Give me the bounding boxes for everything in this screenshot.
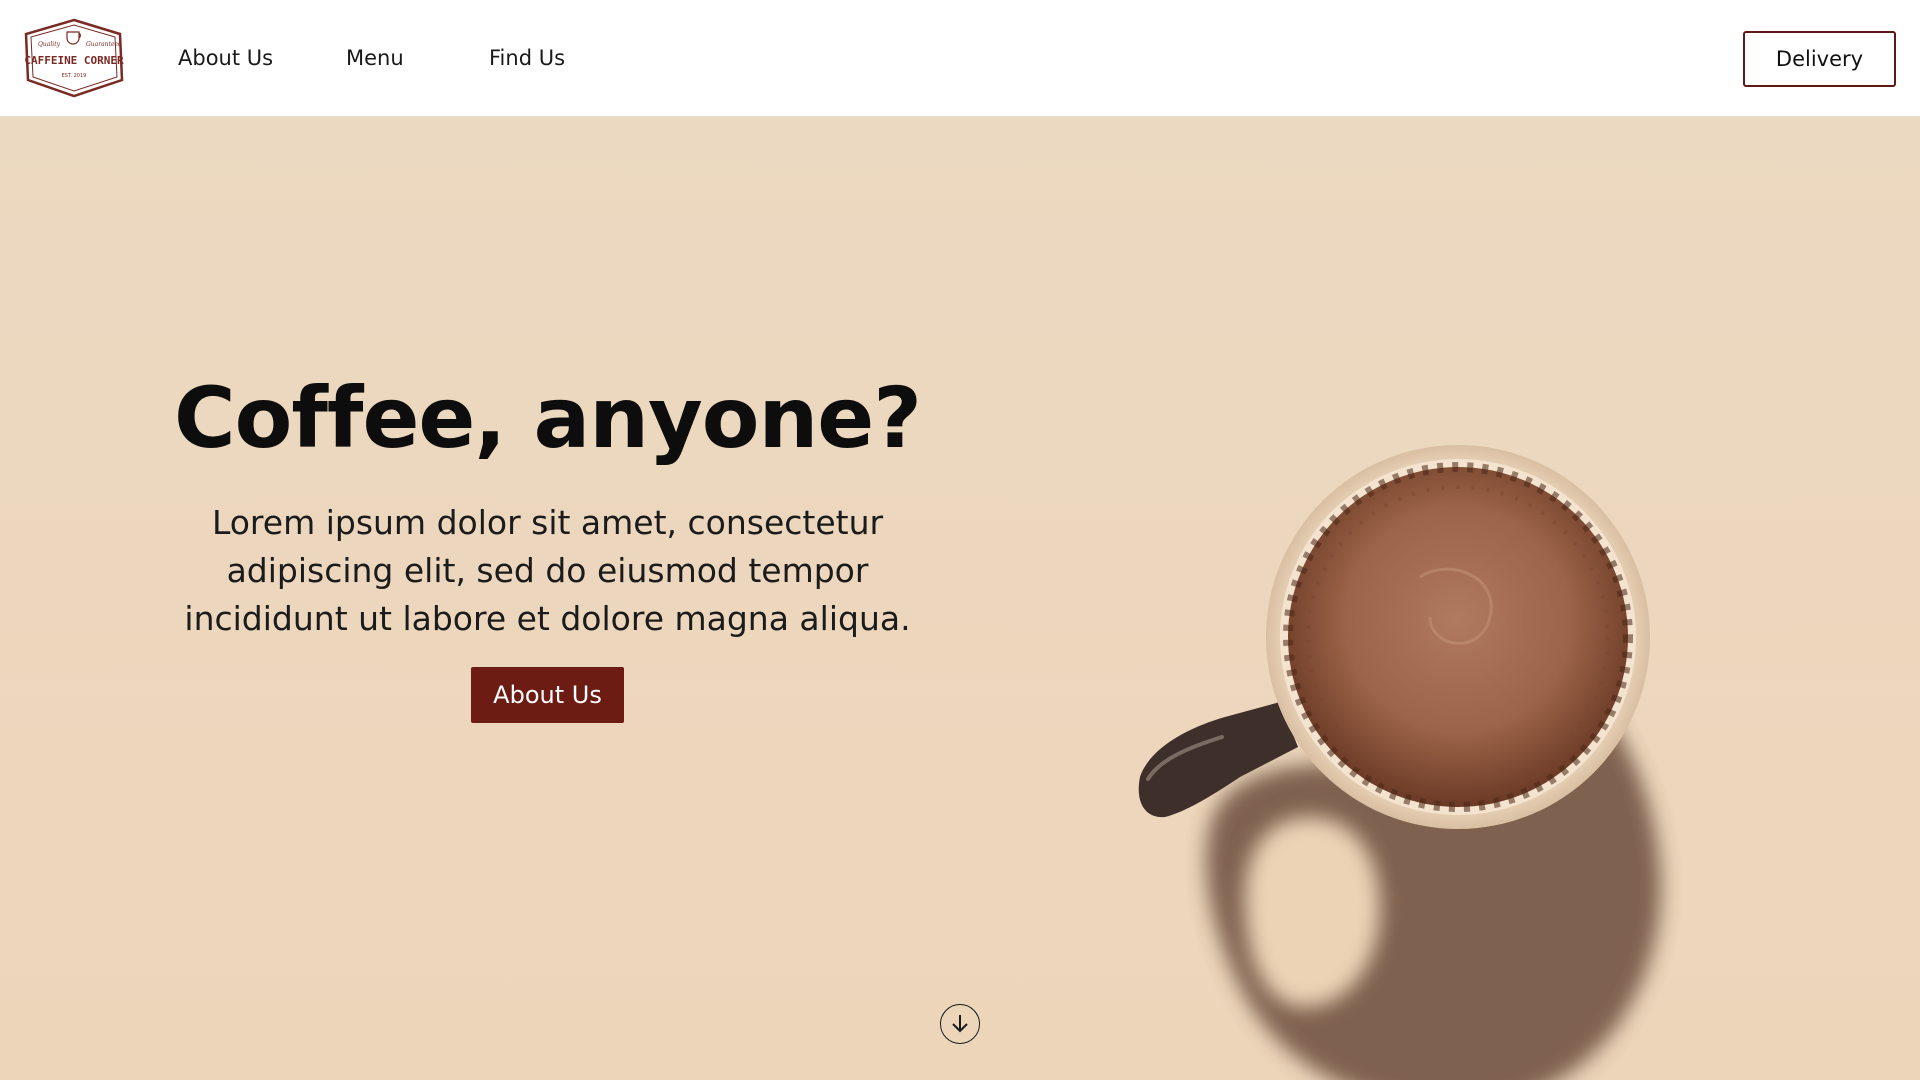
site-header: Quality Guaranteed CAFFEINE CORNER EST. … — [0, 0, 1920, 117]
hero-title: Coffee, anyone? — [174, 369, 922, 467]
hero-section: Coffee, anyone? Lorem ipsum dolor sit am… — [0, 117, 1920, 1080]
about-us-button[interactable]: About Us — [471, 667, 624, 723]
nav-link-find-us[interactable]: Find Us — [489, 46, 565, 70]
svg-text:CAFFEINE CORNER: CAFFEINE CORNER — [24, 54, 124, 67]
svg-text:Guaranteed: Guaranteed — [86, 41, 122, 48]
svg-text:EST. 2019: EST. 2019 — [62, 73, 87, 79]
nav-link-menu[interactable]: Menu — [346, 46, 404, 70]
coffee-cup-icon — [1138, 445, 1661, 1080]
arrow-down-circle-icon — [952, 1015, 968, 1033]
delivery-button[interactable]: Delivery — [1743, 31, 1896, 87]
caffeine-corner-logo[interactable]: Quality Guaranteed CAFFEINE CORNER EST. … — [22, 18, 126, 98]
scroll-down-button[interactable] — [940, 1004, 980, 1044]
svg-text:Quality: Quality — [38, 41, 61, 48]
nav-link-about-us[interactable]: About Us — [178, 46, 273, 70]
hero-description: Lorem ipsum dolor sit amet, consectetur … — [184, 503, 911, 638]
